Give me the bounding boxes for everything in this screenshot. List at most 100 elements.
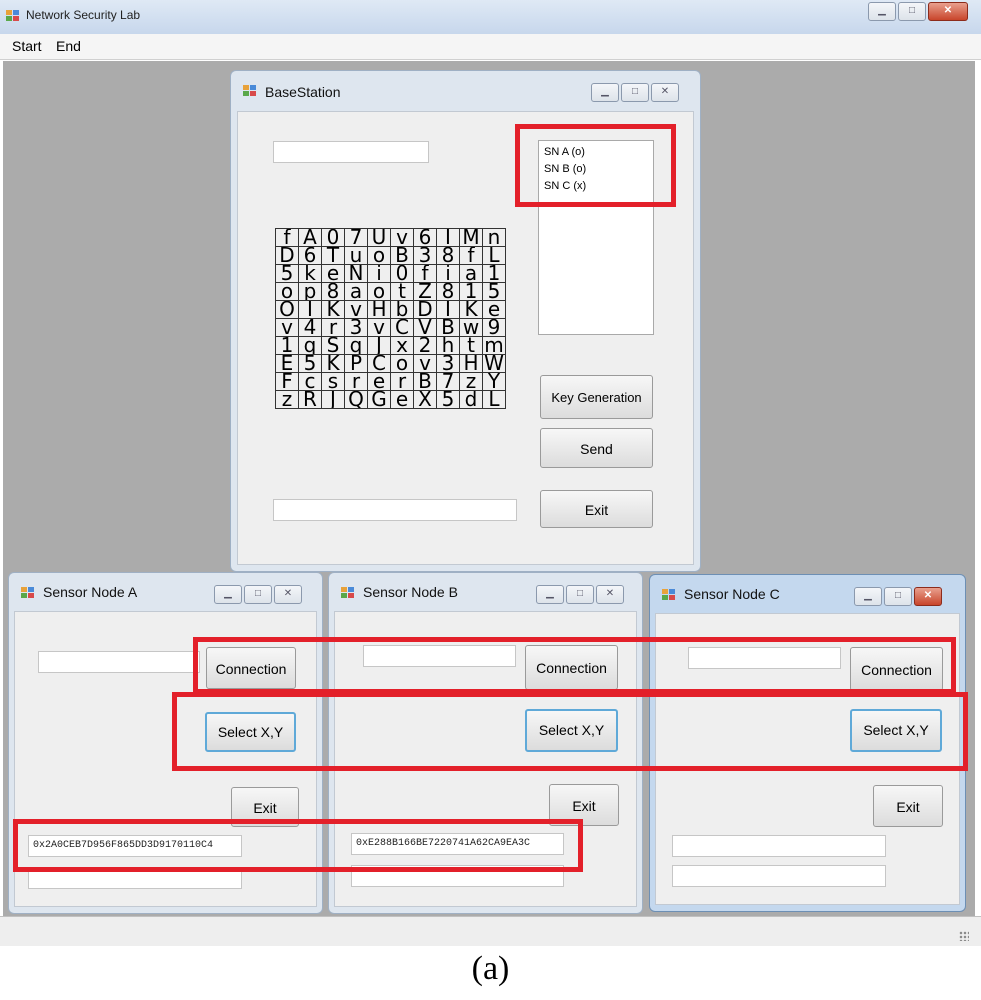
key-matrix-cell: D (275, 246, 299, 265)
resize-grip-icon[interactable] (959, 931, 969, 941)
key-matrix-cell: I (298, 300, 322, 319)
key-matrix-cell: K (459, 300, 483, 319)
sensor-c-exit-button[interactable]: Exit (873, 785, 943, 827)
caption-buttons: ▁ □ ✕ (212, 585, 302, 605)
key-matrix-cell: 1 (275, 336, 299, 355)
minimize-button[interactable]: ▁ (854, 587, 882, 606)
key-matrix-cell: M (459, 228, 483, 247)
key-matrix-cell: 0 (321, 228, 345, 247)
key-matrix-cell: e (367, 372, 391, 391)
main-window-title: Network Security Lab (26, 8, 141, 22)
key-values-highlight (13, 819, 583, 872)
key-matrix-cell: v (413, 354, 437, 373)
minimize-button[interactable]: ▁ (868, 2, 896, 21)
key-matrix-cell: 8 (436, 246, 460, 265)
key-matrix-cell: 8 (436, 282, 460, 301)
key-matrix-cell: k (298, 264, 322, 283)
key-matrix-cell: 1 (482, 264, 506, 283)
base-station-top-textbox[interactable] (273, 141, 429, 163)
window-icon (21, 587, 35, 599)
key-matrix-cell: t (459, 336, 483, 355)
key-matrix-cell: u (344, 246, 368, 265)
key-matrix-cell: 0 (390, 264, 414, 283)
minimize-button[interactable]: ▁ (591, 83, 619, 102)
key-matrix-cell: J (321, 390, 345, 409)
key-matrix-cell: 5 (436, 390, 460, 409)
key-matrix-cell: A (298, 228, 322, 247)
key-matrix-cell: x (390, 336, 414, 355)
key-matrix-cell: 5 (275, 264, 299, 283)
minimize-icon: ▁ (878, 5, 886, 16)
key-matrix-cell: b (390, 300, 414, 319)
key-matrix-cell: 3 (344, 318, 368, 337)
key-matrix-cell: w (459, 318, 483, 337)
key-matrix-cell: i (367, 264, 391, 283)
key-matrix-cell: o (390, 354, 414, 373)
close-button[interactable]: ✕ (596, 585, 624, 604)
key-matrix-cell: v (275, 318, 299, 337)
maximize-button[interactable]: □ (244, 585, 272, 604)
key-matrix-cell: f (413, 264, 437, 283)
key-matrix-cell: G (367, 390, 391, 409)
menu-start[interactable]: Start (12, 38, 42, 54)
minimize-icon: ▁ (224, 588, 232, 599)
key-matrix-row: v4r3vCVBw9 (275, 318, 506, 337)
minimize-button[interactable]: ▁ (536, 585, 564, 604)
key-matrix-cell: q (344, 336, 368, 355)
key-matrix-cell: p (298, 282, 322, 301)
key-matrix-grid: fA07Uv6IMnD6TuoB38fL5keNi0fia1op8aotZ815… (275, 228, 506, 409)
close-button[interactable]: ✕ (274, 585, 302, 604)
key-matrix-cell: a (344, 282, 368, 301)
key-matrix-cell: C (390, 318, 414, 337)
key-matrix-row: 5keNi0fia1 (275, 264, 506, 283)
maximize-button[interactable]: □ (621, 83, 649, 102)
key-matrix-cell: B (390, 246, 414, 265)
key-matrix-cell: 2 (413, 336, 437, 355)
key-matrix-cell: F (275, 372, 299, 391)
key-matrix-cell: r (344, 372, 368, 391)
base-station-exit-button[interactable]: Exit (540, 490, 653, 528)
key-matrix-cell: o (275, 282, 299, 301)
caption-buttons: ▁ □ ✕ (852, 587, 942, 607)
send-button[interactable]: Send (540, 428, 653, 468)
close-button[interactable]: ✕ (928, 2, 968, 21)
close-button[interactable]: ✕ (651, 83, 679, 102)
key-matrix-cell: r (390, 372, 414, 391)
close-button[interactable]: ✕ (914, 587, 942, 606)
key-matrix-cell: c (298, 372, 322, 391)
key-matrix-cell: f (459, 246, 483, 265)
status-bar (0, 916, 981, 946)
sensor-c-key-textbox[interactable] (672, 835, 886, 857)
minimize-icon: ▁ (601, 86, 609, 97)
key-matrix-cell: o (367, 282, 391, 301)
close-icon: ✕ (660, 86, 670, 97)
maximize-button[interactable]: □ (898, 2, 926, 21)
key-matrix-cell: N (344, 264, 368, 283)
maximize-button[interactable]: □ (884, 587, 912, 606)
window-icon (662, 589, 676, 601)
key-matrix-cell: 7 (436, 372, 460, 391)
minimize-button[interactable]: ▁ (214, 585, 242, 604)
sensor-a-id-textbox[interactable] (38, 651, 200, 673)
key-generation-button[interactable]: Key Generation (540, 375, 653, 419)
key-matrix-cell: d (459, 390, 483, 409)
sensor-c-second-textbox[interactable] (672, 865, 886, 887)
maximize-button[interactable]: □ (566, 585, 594, 604)
key-matrix-cell: 4 (298, 318, 322, 337)
key-matrix-cell: Y (482, 372, 506, 391)
base-station-bottom-textbox[interactable] (273, 499, 517, 521)
connection-row-highlight (193, 637, 956, 694)
window-icon (341, 587, 355, 599)
app-icon (6, 10, 20, 22)
main-window-titlebar[interactable]: Network Security Lab ▁ □ ✕ (0, 0, 981, 34)
key-matrix-cell: 3 (413, 246, 437, 265)
key-matrix-cell: a (459, 264, 483, 283)
key-matrix-cell: J (367, 336, 391, 355)
menu-end[interactable]: End (56, 38, 81, 54)
key-matrix-cell: v (344, 300, 368, 319)
key-matrix-cell: o (367, 246, 391, 265)
key-matrix-cell: U (367, 228, 391, 247)
key-matrix-cell: B (436, 318, 460, 337)
key-matrix-cell: 8 (321, 282, 345, 301)
key-matrix-cell: T (321, 246, 345, 265)
